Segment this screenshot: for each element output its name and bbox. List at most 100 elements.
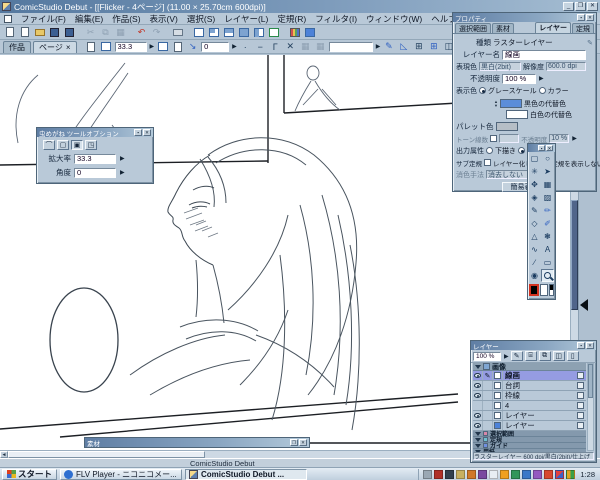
tab-ruler[interactable]: 定規 (572, 23, 594, 33)
view-story-icon[interactable] (267, 26, 280, 38)
layer-row[interactable]: 台詞 (473, 381, 586, 391)
object-select-tool-icon[interactable]: ➤ (541, 165, 554, 178)
line-tool-icon[interactable]: ∕ (528, 256, 541, 269)
view-spread-icon[interactable] (237, 26, 250, 38)
layer-scrollbar-thumb[interactable] (588, 364, 593, 398)
open-icon[interactable] (33, 26, 46, 38)
layer-zoom-dropdown-icon[interactable]: ▶ (504, 353, 509, 360)
tray-purple-icon[interactable] (478, 469, 488, 479)
visibility-icon[interactable] (474, 393, 481, 398)
tray-dual-icon[interactable] (555, 469, 565, 479)
tab-material[interactable]: 素材 (492, 23, 514, 33)
menu-view[interactable]: 表示(V) (150, 13, 178, 25)
tool-options-title-bar[interactable]: 虫めがね ツールオプション ▪ ✕ (37, 128, 153, 138)
tray-green-icon[interactable] (511, 469, 521, 479)
page-list-icon[interactable] (85, 41, 98, 53)
tab-layer[interactable]: レイヤー (535, 22, 571, 33)
group-expand-icon[interactable] (475, 431, 481, 436)
angle-value-input[interactable] (74, 167, 116, 178)
save-icon[interactable] (48, 26, 61, 38)
tab-selection[interactable]: 選択範囲 (455, 23, 491, 33)
menu-ruler[interactable]: 定規(R) (277, 13, 306, 25)
copy-icon[interactable]: ⧉ (99, 26, 112, 38)
pen-tool-icon[interactable]: ✎ (528, 204, 541, 217)
visibility-icon[interactable] (474, 423, 481, 428)
tool-options-minimize-icon[interactable]: ▪ (134, 129, 142, 136)
delete-layer-icon[interactable]: ▯ (566, 351, 579, 361)
layer-list-scrollbar[interactable] (587, 363, 594, 451)
visibility-icon[interactable] (474, 413, 481, 418)
tool-palette-close-icon[interactable]: ✕ (546, 145, 553, 151)
tone-opacity-dropdown-icon[interactable]: ▶ (572, 135, 577, 142)
tray-multi-icon[interactable] (566, 469, 576, 479)
grid-a-icon[interactable]: ▦ (299, 41, 312, 53)
marker-tool-icon[interactable]: ✐ (541, 217, 554, 230)
view-pages-icon[interactable] (222, 26, 235, 38)
zoom-rect-mode-icon[interactable]: ▢ (57, 140, 69, 150)
menu-filter[interactable]: フィルタ(I) (315, 13, 357, 25)
cut-icon[interactable]: ✂ (84, 26, 97, 38)
foreground-color-swatch[interactable] (529, 284, 539, 296)
page-thumb-icon[interactable] (100, 41, 113, 53)
properties-close-icon[interactable]: ✕ (586, 14, 594, 21)
zoom-dropdown-icon[interactable]: ▶ (150, 43, 155, 50)
lasso-tool-icon[interactable]: ○ (541, 152, 554, 165)
view-split-icon[interactable] (207, 26, 220, 38)
vertical-scrollbar-thumb[interactable] (571, 200, 578, 310)
view-thumbnail-icon[interactable] (252, 26, 265, 38)
palette-color-swatch[interactable] (495, 122, 518, 131)
undo-icon[interactable]: ↶ (135, 26, 148, 38)
background-color-swatch[interactable] (539, 284, 548, 296)
fit-window-icon[interactable] (156, 41, 169, 53)
scroll-left-icon[interactable]: ◄ (0, 451, 8, 458)
minimize-button[interactable]: _ (563, 2, 574, 11)
grid-b-icon[interactable]: ▦ (314, 41, 327, 53)
opacity-input[interactable] (502, 73, 536, 84)
preset-dropdown[interactable] (328, 41, 373, 52)
visibility-icon[interactable] (474, 373, 481, 378)
frame-grid-icon[interactable]: ⊞ (412, 41, 425, 53)
color-palette-icon[interactable] (288, 26, 301, 38)
new-page-icon[interactable] (18, 26, 31, 38)
frame-cut-tool-icon[interactable]: ◈ (528, 191, 541, 204)
new-folder-icon[interactable]: ⌸ (524, 351, 537, 361)
zoom-curve-mode-icon[interactable]: ⌒ (43, 140, 55, 150)
tray-folder-icon[interactable] (423, 469, 433, 479)
layer-option-icon[interactable] (577, 412, 584, 419)
restore-button[interactable]: ❐ (575, 2, 586, 11)
layer-palette-minimize-icon[interactable]: ▪ (577, 342, 585, 349)
pattern-brush-tool-icon[interactable]: ❃ (541, 230, 554, 243)
white-alt-swatch[interactable] (506, 110, 528, 119)
eraser-tool-icon[interactable]: ◇ (528, 217, 541, 230)
merge-layer-icon[interactable]: ◫ (552, 351, 565, 361)
dot-icon[interactable]: · (239, 41, 252, 53)
black-alt-swatch[interactable] (499, 99, 522, 108)
swatch-spinner[interactable]: ▲ ▼ (494, 99, 498, 108)
task-button-flv-player[interactable]: FLV Player - ニコニコメー... (60, 468, 183, 480)
tool-options-close-icon[interactable]: ✕ (143, 129, 151, 136)
tray-blue-icon[interactable] (522, 469, 532, 479)
transform-tool-icon[interactable]: ▨ (541, 191, 554, 204)
angle-input[interactable] (201, 41, 230, 52)
actual-size-icon[interactable] (171, 41, 184, 53)
tray-dark-icon[interactable] (445, 469, 455, 479)
tray-alert-icon[interactable] (500, 469, 510, 479)
menu-work[interactable]: 作品(S) (112, 13, 140, 25)
layer-row-selected[interactable]: ✎ 線画 (473, 371, 586, 381)
shape-tool-icon[interactable]: ▭ (541, 256, 554, 269)
collapse-arrow-icon[interactable] (580, 299, 588, 311)
layer-palette-title-bar[interactable]: レイヤー ▪ ✕ (471, 341, 596, 351)
tab-works[interactable]: 作品 (3, 40, 31, 53)
horizontal-scrollbar-thumb[interactable] (8, 451, 205, 458)
group-expand-icon[interactable] (475, 443, 481, 448)
menu-select[interactable]: 選択(S) (187, 13, 215, 25)
pen-blue-icon[interactable]: ✎ (382, 41, 395, 53)
pencil-tool-icon[interactable]: ✏ (541, 204, 554, 217)
zoom-input[interactable] (114, 41, 147, 52)
minimized-palette-bar[interactable]: 素材 ❐ ✕ (84, 437, 310, 448)
save-all-icon[interactable] (63, 26, 76, 38)
new-layer-icon[interactable]: ✎ (510, 351, 523, 361)
view-single-icon[interactable] (192, 26, 205, 38)
minimized-close-icon[interactable]: ✕ (299, 439, 307, 446)
color-radio[interactable] (538, 87, 546, 94)
